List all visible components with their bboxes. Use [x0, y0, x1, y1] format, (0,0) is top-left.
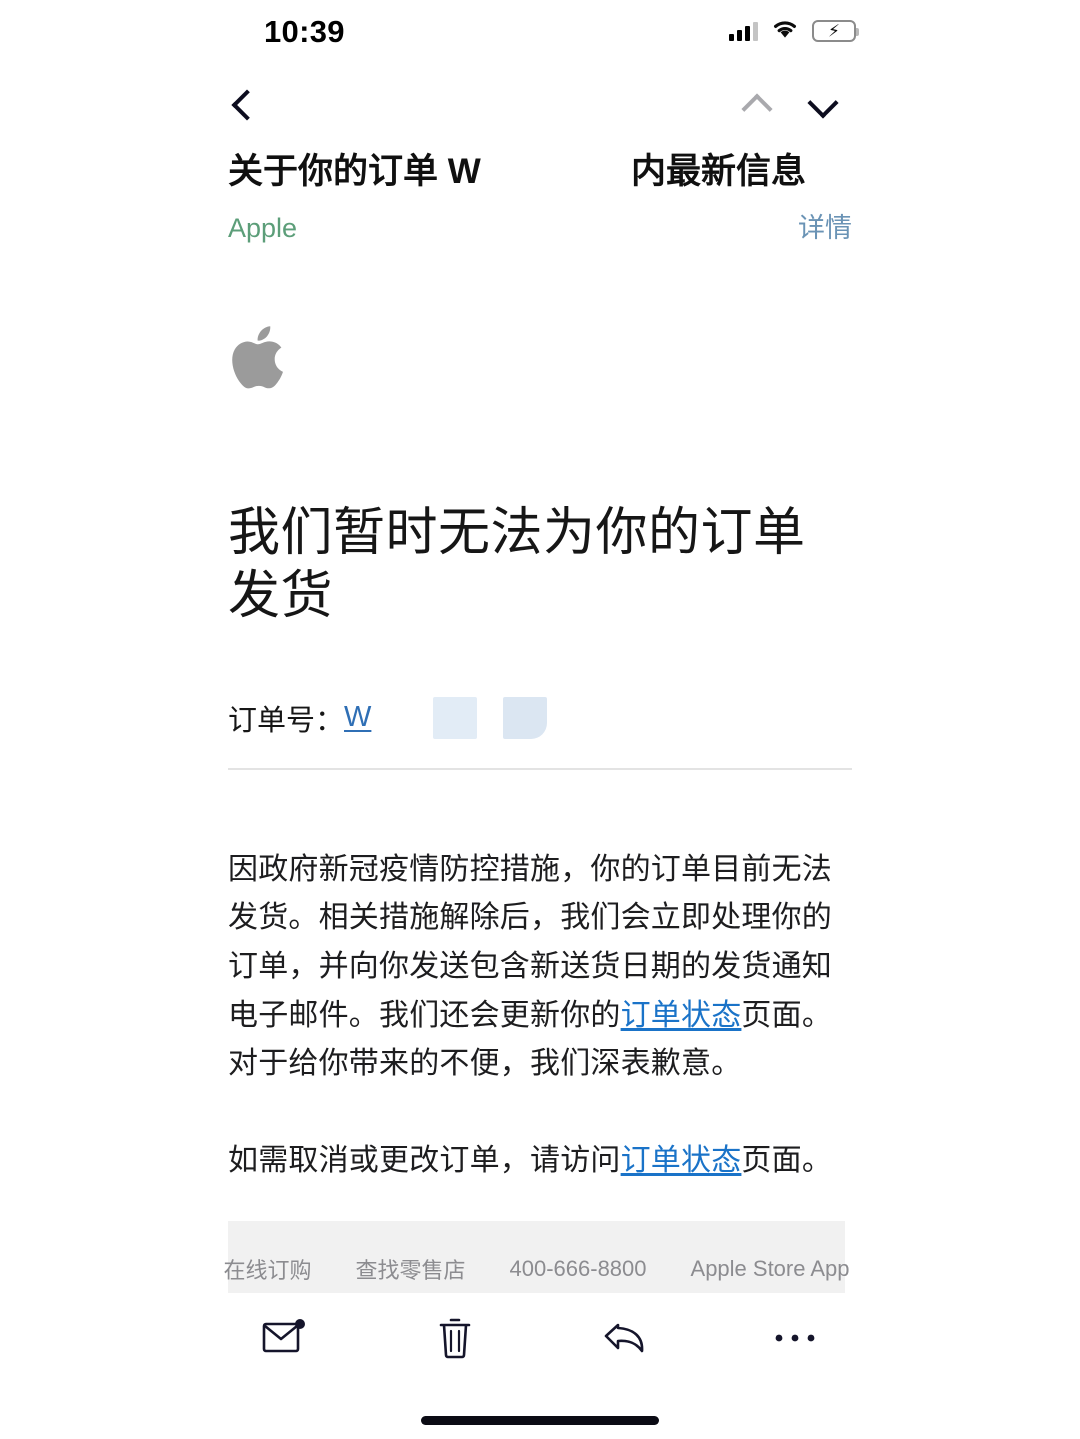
trash-icon	[436, 1316, 474, 1360]
previous-message-button[interactable]	[734, 82, 780, 128]
paragraph-2-text-before: 如需取消或更改订单，请访问	[228, 1143, 621, 1177]
status-bar-time: 10:39	[264, 13, 345, 49]
back-button[interactable]	[228, 82, 274, 128]
phone-screen: 10:39 ⚡ 关于你的订单 W 内最新信息 Apple 详情 我们暂时无法为你…	[0, 0, 1080, 1439]
email-body: 我们暂时无法为你的订单发货 订单号： W 因政府新冠疫情防控措施，你的订单目前无…	[0, 262, 1080, 1185]
mark-unread-envelope-icon	[262, 1318, 308, 1358]
paragraph-2-text-after: 页面。	[741, 1143, 833, 1177]
email-paragraph-1: 因政府新冠疫情防控措施，你的订单目前无法发货。相关措施解除后，我们会立即处理你的…	[228, 846, 852, 1089]
mark-unread-button[interactable]	[245, 1303, 325, 1373]
footer-link-find-store[interactable]: 查找零售店	[333, 1253, 487, 1285]
horizontal-divider	[228, 767, 852, 770]
footer-link-apple-store-app[interactable]: Apple Store App	[669, 1256, 872, 1282]
details-link[interactable]: 详情	[798, 210, 852, 246]
order-number-label: 订单号：	[228, 704, 345, 737]
sender-row: Apple 详情	[228, 210, 852, 246]
more-ellipsis-icon	[774, 1331, 816, 1345]
next-message-button[interactable]	[800, 82, 846, 128]
email-subject: 关于你的订单 W 内最新信息	[228, 148, 852, 196]
home-indicator	[421, 1416, 659, 1425]
cellular-signal-icon	[729, 21, 758, 41]
reply-arrow-icon	[602, 1317, 648, 1359]
order-number-link[interactable]: W	[344, 701, 371, 734]
redaction-block-2	[503, 696, 548, 739]
mail-header: 关于你的订单 W 内最新信息 Apple 详情	[0, 148, 1080, 246]
footer-link-online-order[interactable]: 在线订购	[201, 1253, 333, 1285]
mail-action-toolbar	[0, 1293, 1080, 1383]
navigation-bar	[0, 76, 1080, 138]
chevron-up-icon	[741, 93, 773, 125]
sender-name[interactable]: Apple	[228, 210, 297, 246]
email-subject-part-b: 内最新信息	[631, 152, 807, 191]
status-bar: 10:39 ⚡	[0, 0, 1080, 62]
order-number-row: 订单号： W	[228, 695, 852, 741]
email-paragraph-2: 如需取消或更改订单，请访问订单状态页面。	[228, 1137, 852, 1186]
apple-logo-icon	[228, 318, 298, 396]
order-status-link-2[interactable]: 订单状态	[621, 1144, 742, 1177]
footer-link-phone[interactable]: 400-666-8800	[488, 1256, 669, 1282]
redaction-block-1	[433, 696, 478, 739]
battery-charging-icon: ⚡	[812, 20, 859, 42]
email-subject-part-a: 关于你的订单 W	[228, 152, 481, 191]
email-headline: 我们暂时无法为你的订单发货	[228, 504, 806, 626]
delete-button[interactable]	[415, 1303, 495, 1373]
reply-button[interactable]	[585, 1303, 665, 1373]
status-bar-icons: ⚡	[729, 18, 859, 44]
chevron-left-icon	[231, 89, 263, 121]
order-status-link-1[interactable]: 订单状态	[621, 999, 742, 1032]
chevron-down-icon	[807, 87, 839, 119]
more-button[interactable]	[755, 1303, 835, 1373]
wifi-icon	[771, 18, 799, 44]
